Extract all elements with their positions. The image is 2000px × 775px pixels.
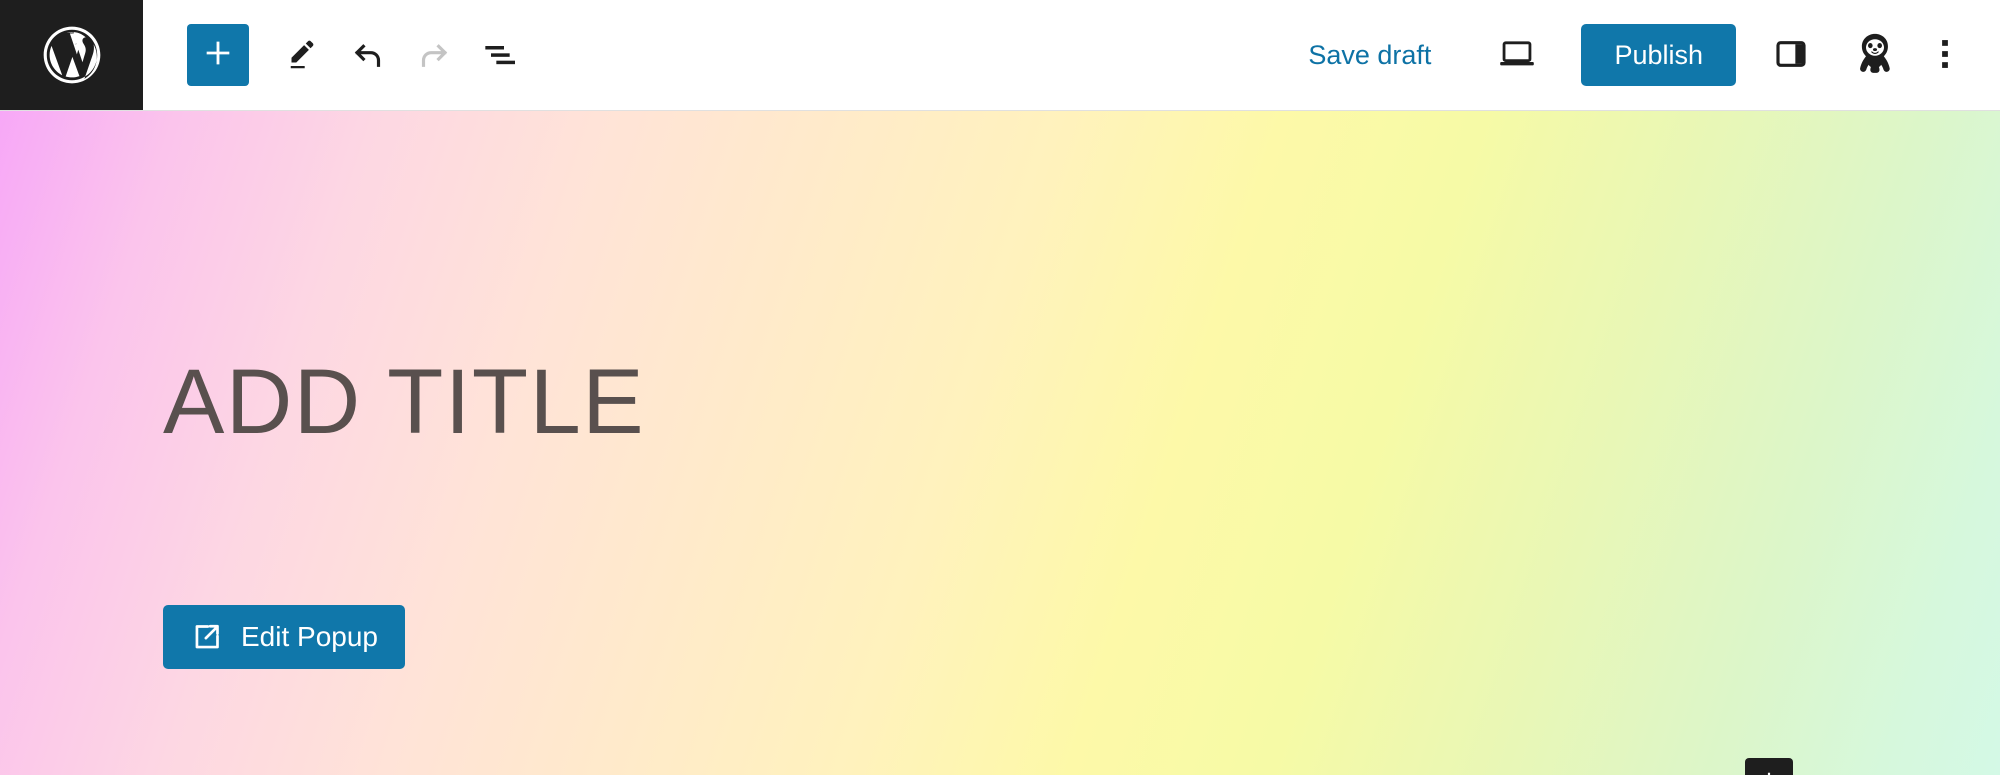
tools-mode-button[interactable] [271, 24, 333, 86]
settings-sidebar-button[interactable] [1758, 24, 1824, 86]
three-dots-vertical-icon [1930, 36, 1960, 75]
document-overview-button[interactable] [469, 24, 531, 86]
preview-button[interactable] [1481, 24, 1553, 86]
post-title-placeholder[interactable]: ADD TITLE [163, 356, 645, 448]
laptop-icon [1496, 33, 1538, 78]
more-options-button[interactable] [1920, 24, 1970, 86]
plus-icon [1756, 768, 1782, 775]
block-inserter-button[interactable] [187, 24, 249, 86]
undo-button[interactable] [337, 24, 399, 86]
wordpress-logo-icon [38, 21, 106, 89]
save-draft-button[interactable]: Save draft [1286, 26, 1453, 85]
redo-arrow-icon [414, 35, 454, 75]
sidebar-panel-icon [1771, 34, 1811, 77]
toolbar-left-group [143, 0, 531, 110]
toolbar-right-group: Save draft Publish [1286, 0, 2000, 110]
block-appender-button[interactable] [1745, 758, 1793, 775]
editor-canvas: ADD TITLE Edit Popup [0, 111, 2000, 775]
block-editor: Save draft Publish ADD TITLE Edit Popup [0, 0, 2000, 775]
pencil-icon [284, 37, 320, 73]
list-view-icon [480, 35, 520, 75]
edit-popup-label: Edit Popup [241, 621, 378, 652]
redo-button[interactable] [403, 24, 465, 86]
publish-button[interactable]: Publish [1581, 24, 1736, 86]
editor-header-toolbar: Save draft Publish [0, 0, 2000, 111]
external-link-icon [190, 620, 224, 654]
plus-icon [201, 36, 235, 75]
sloth-mascot-icon [1852, 31, 1898, 80]
popup-maker-mascot-button[interactable] [1842, 24, 1908, 86]
edit-popup-button[interactable]: Edit Popup [163, 605, 405, 669]
undo-arrow-icon [348, 35, 388, 75]
wordpress-logo-button[interactable] [0, 0, 143, 110]
